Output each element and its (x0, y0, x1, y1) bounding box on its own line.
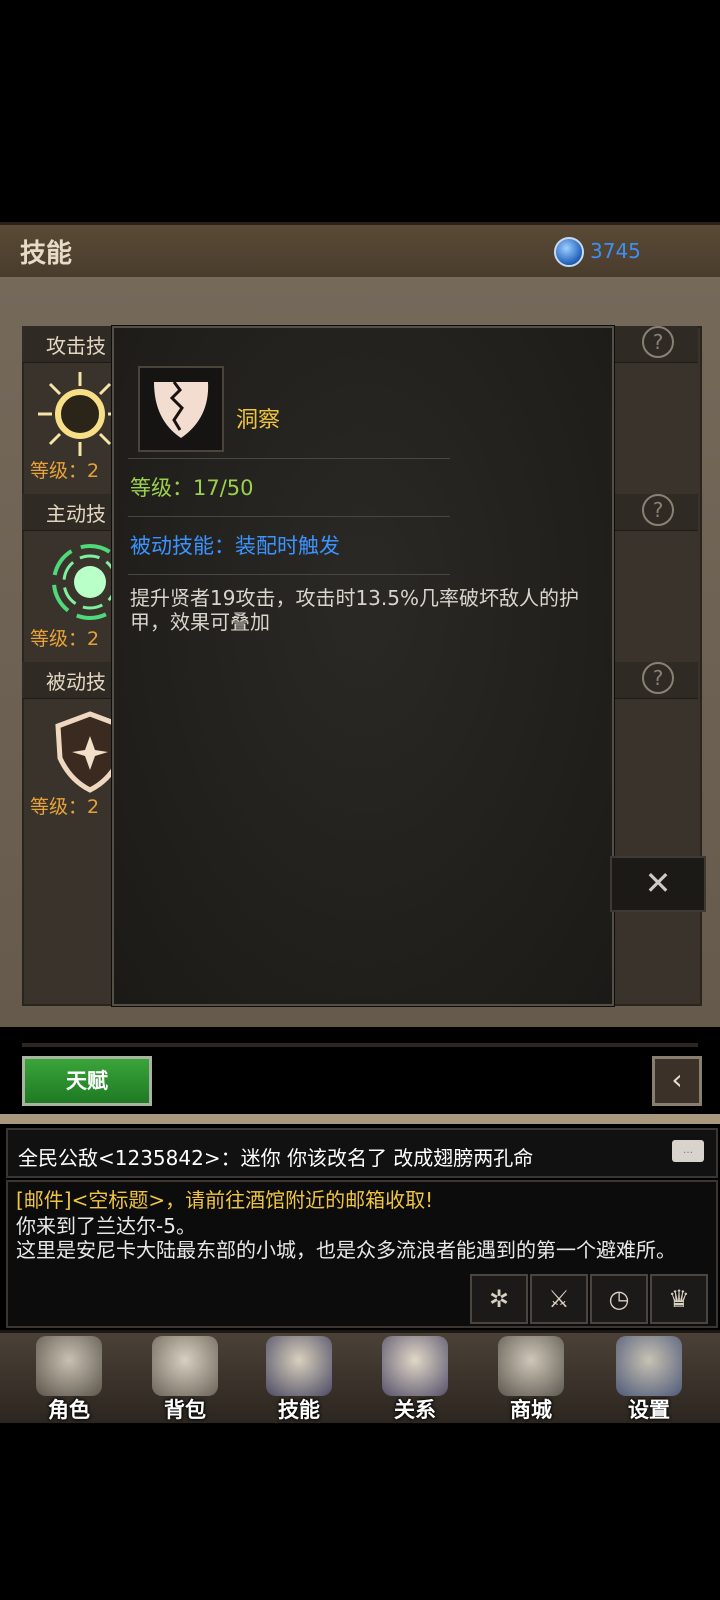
nav-label: 角色 (48, 1398, 90, 1422)
system-line: 你来到了兰达尔-5。 (16, 1214, 196, 1238)
treasure-chest-icon (498, 1336, 564, 1396)
system-message: 你来到了兰达尔-5。 这里是安尼卡大陆最东部的小城，也是众多流浪者能遇到的第一个… (16, 1214, 716, 1262)
chat-broadcast-text: 全民公敌<1235842>：迷你 你该改名了 改成翅膀两孔命 (18, 1146, 534, 1170)
chat-bubble-icon[interactable]: … (672, 1140, 704, 1162)
trophy-icon[interactable]: ♛ (650, 1274, 708, 1324)
chat-tabs[interactable] (0, 1114, 720, 1124)
close-button[interactable]: ✕ (610, 856, 706, 912)
helmet-icon (36, 1336, 102, 1396)
chevron-left-icon[interactable]: ‹ (652, 1056, 702, 1106)
talent-button[interactable]: 天赋 (22, 1056, 152, 1106)
nav-backpack[interactable]: 背包 (130, 1330, 240, 1422)
divider (128, 574, 450, 575)
category-level-attack: 等级：2 (30, 460, 100, 482)
sword-icon[interactable]: ⚔ (530, 1274, 588, 1324)
category-label-attack: 攻击技 (46, 334, 106, 358)
skill-type: 被动技能：装配时触发 (130, 534, 340, 558)
category-level-active: 等级：2 (30, 628, 100, 650)
chat-broadcast-line[interactable]: 全民公敌<1235842>：迷你 你该改名了 改成翅膀两孔命 (6, 1128, 718, 1178)
header-bar: 技能 3745 (0, 222, 720, 280)
help-icon[interactable]: ? (642, 494, 674, 526)
nav-settings[interactable]: 设置 (594, 1330, 704, 1422)
nav-label: 技能 (278, 1398, 320, 1422)
nav-label: 背包 (164, 1398, 206, 1422)
nav-label: 商城 (510, 1398, 552, 1422)
nav-relations[interactable]: 关系 (360, 1330, 470, 1422)
nav-label: 关系 (394, 1398, 436, 1422)
gears-icon (616, 1336, 682, 1396)
category-level-passive: 等级：2 (30, 796, 100, 818)
nav-label: 设置 (628, 1398, 670, 1422)
nav-role[interactable]: 角色 (14, 1330, 124, 1422)
category-label-passive: 被动技 (46, 670, 106, 694)
nav-shop[interactable]: 商城 (476, 1330, 586, 1422)
divider (22, 1043, 698, 1047)
help-icon[interactable]: ? (642, 326, 674, 358)
currency-value: 3745 (590, 239, 641, 263)
cracked-shield-icon (138, 366, 224, 452)
divider (128, 516, 450, 517)
spellbook-icon (266, 1336, 332, 1396)
clock-icon[interactable]: ◷ (590, 1274, 648, 1324)
help-icon[interactable]: ? (642, 662, 674, 694)
skill-description: 提升贤者19攻击，攻击时13.5%几率破坏敌人的护甲，效果可叠加 (130, 586, 579, 634)
skull-backpack-icon (152, 1336, 218, 1396)
skill-name: 洞察 (236, 408, 281, 433)
page-title: 技能 (20, 239, 73, 269)
category-label-active: 主动技 (46, 502, 106, 526)
mail-notice[interactable]: [邮件]<空标题>，请前往酒馆附近的邮箱收取! (16, 1184, 433, 1213)
gauntlets-icon (382, 1336, 448, 1396)
blue-gem-icon (554, 237, 584, 267)
skill-level: 等级：17/50 (130, 476, 254, 500)
system-line: 这里是安尼卡大陆最东部的小城，也是众多流浪者能遇到的第一个避难所。 (16, 1238, 676, 1262)
gear-cross-icon[interactable]: ✲ (470, 1274, 528, 1324)
divider (128, 458, 450, 459)
nav-skills[interactable]: 技能 (244, 1330, 354, 1422)
